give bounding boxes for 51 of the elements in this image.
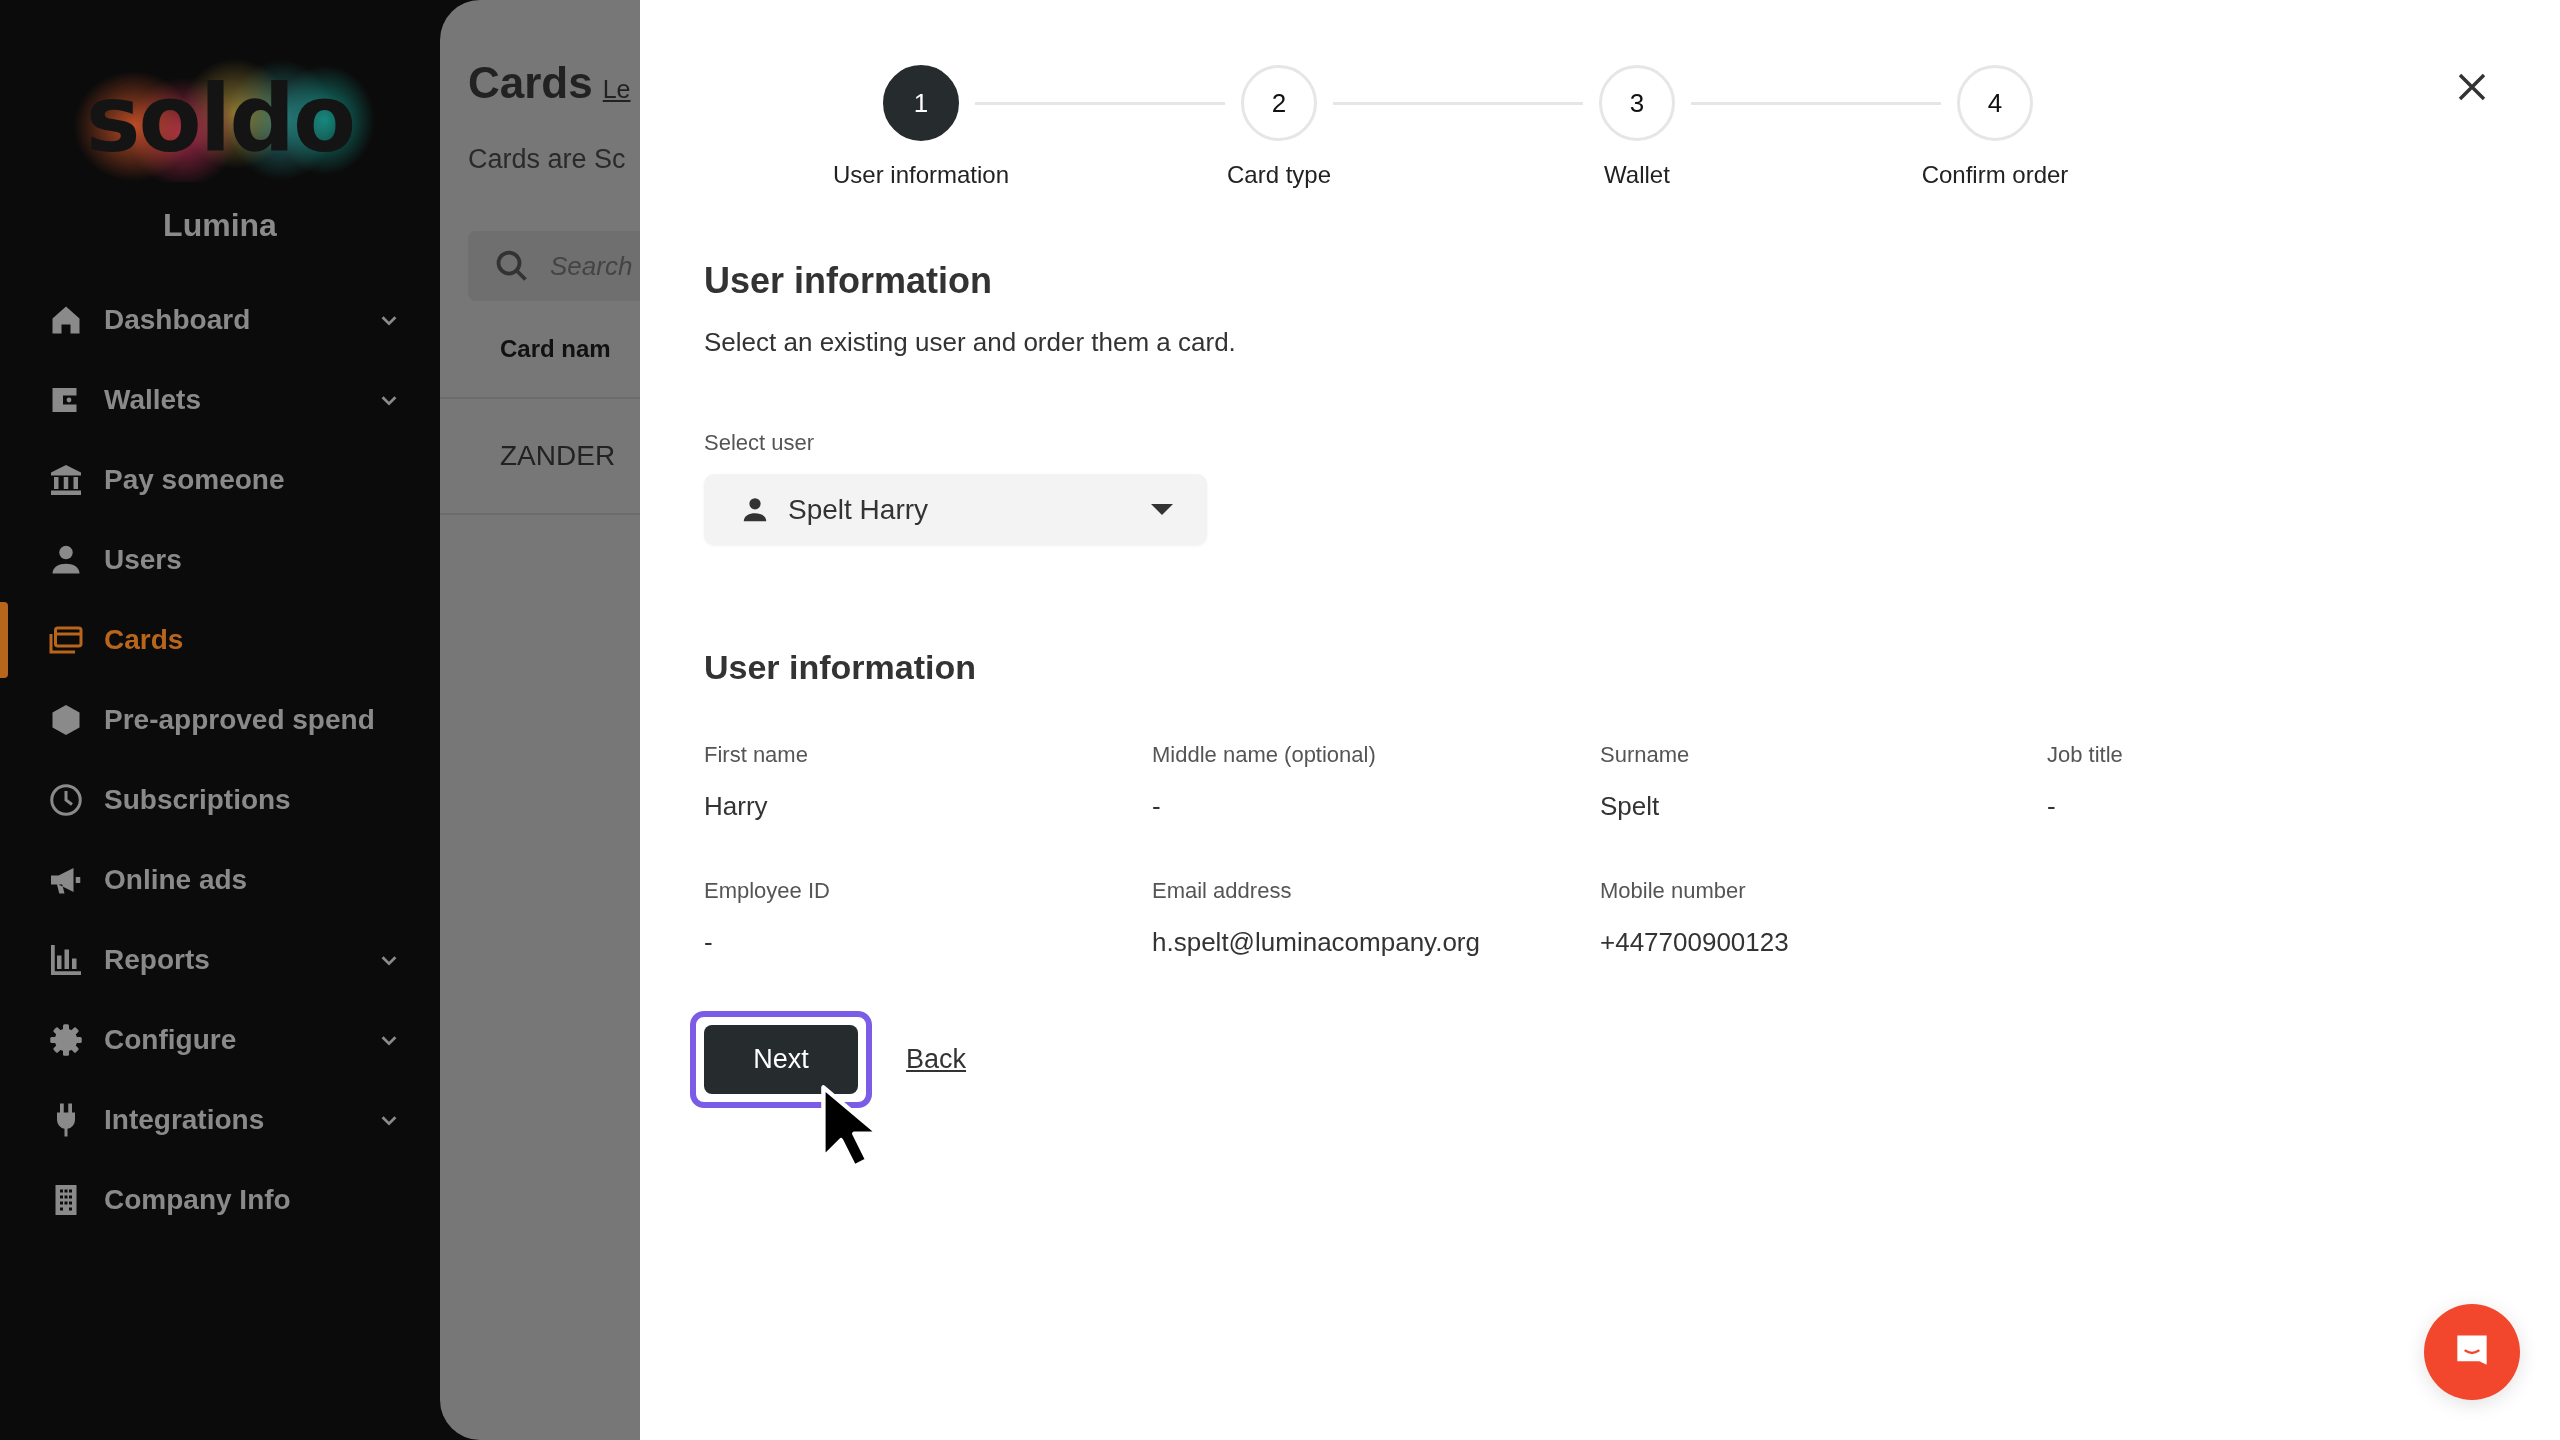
nav-item[interactable]: Company Info	[0, 1160, 440, 1240]
nav-item[interactable]: Pay someone	[0, 440, 440, 520]
nav-item[interactable]: Reports	[0, 920, 440, 1000]
nav-item[interactable]: Cards	[0, 600, 440, 680]
user-select[interactable]: Spelt Harry	[704, 474, 1207, 545]
company-name: Lumina	[162, 206, 278, 245]
field-value: Harry	[704, 790, 769, 823]
field-value: -	[2047, 790, 2057, 823]
close-icon	[2456, 71, 2488, 103]
field-label: Select user	[704, 429, 816, 457]
learn-link[interactable]: Le	[602, 75, 631, 104]
field-value: -	[1152, 790, 1162, 823]
step-label: User information	[832, 161, 1010, 189]
caret-icon	[1151, 504, 1173, 515]
step-label: Card type	[1226, 161, 1332, 189]
back-link[interactable]: Back	[906, 1044, 967, 1075]
section-heading: User information	[704, 647, 978, 688]
nav-item[interactable]: Dashboard	[0, 280, 440, 360]
step-label: Wallet	[1604, 161, 1670, 189]
next-button[interactable]: Next	[704, 1025, 858, 1094]
page-description: Cards are Sc	[468, 144, 627, 175]
field-label: Job title	[2047, 741, 2124, 769]
nav-item[interactable]: Users	[0, 520, 440, 600]
bank-icon	[48, 462, 84, 498]
field-label: Middle name (optional)	[1152, 741, 1377, 769]
gear-icon	[48, 1022, 84, 1058]
section-heading: User information	[704, 259, 994, 303]
field-value: -	[704, 926, 714, 959]
step-label: Confirm order	[1921, 161, 2069, 189]
nav-item[interactable]: Configure	[0, 1000, 440, 1080]
field-label: Surname	[1600, 741, 1691, 769]
page-title: Cards	[468, 58, 593, 108]
nav-item[interactable]: Integrations	[0, 1080, 440, 1160]
field-value: Spelt	[1600, 790, 1661, 823]
field-value: h.spelt@luminacompany.org	[1152, 926, 1481, 959]
field-label: First name	[704, 741, 809, 769]
nav-item[interactable]: Pre-approved spend	[0, 680, 440, 760]
bar-chart-icon	[48, 942, 84, 978]
step-circle: 2	[1241, 65, 1317, 141]
nav-item[interactable]: Wallets	[0, 360, 440, 440]
field-label: Email address	[1152, 877, 1293, 905]
field-value: +447700900123	[1600, 926, 1790, 959]
field-label: Employee ID	[704, 877, 831, 905]
nav-item[interactable]: Subscriptions	[0, 760, 440, 840]
step-circle: 1	[883, 65, 959, 141]
clock-icon	[48, 782, 84, 818]
section-description: Select an existing user and order them a card.	[704, 326, 1237, 359]
field-label: Mobile number	[1600, 877, 1747, 905]
step-circle: 4	[1957, 65, 2033, 141]
step-circle: 3	[1599, 65, 1675, 141]
nav-item[interactable]: Online ads	[0, 840, 440, 920]
